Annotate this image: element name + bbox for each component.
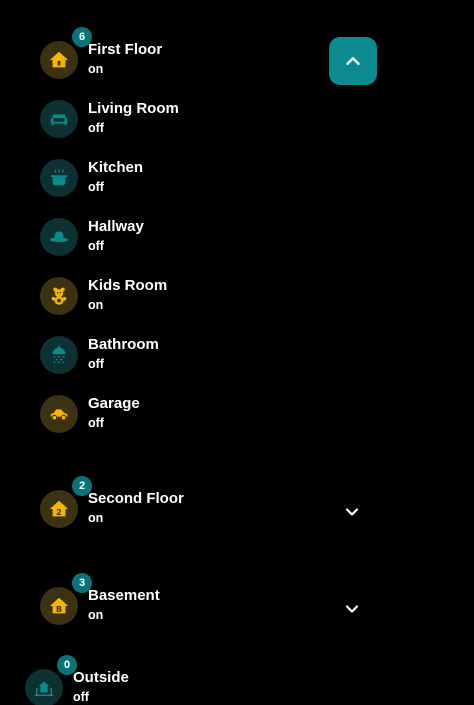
floor-name: Second Floor <box>88 490 184 507</box>
room-kitchen[interactable]: Kitchen off <box>40 159 380 199</box>
hat-icon <box>40 218 78 256</box>
room-state: off <box>88 121 104 135</box>
chevron-down-icon <box>345 508 359 516</box>
room-garage[interactable]: Garage off <box>40 395 380 435</box>
room-state: off <box>88 416 104 430</box>
chevron-down-icon <box>345 605 359 613</box>
floor-outside[interactable]: 0 Outside off <box>25 655 365 705</box>
room-state: on <box>88 298 104 312</box>
room-state: off <box>88 180 104 194</box>
home-number-2-icon: 2 <box>40 490 78 528</box>
floor-state: on <box>88 511 104 525</box>
floor-name: Outside <box>73 669 129 686</box>
floor-basement[interactable]: B 3 Basement on <box>40 573 380 627</box>
room-list-screen: 6 First Floor on Living Room off Kitchen… <box>0 0 474 705</box>
room-name: Hallway <box>88 218 144 235</box>
pot-steam-icon <box>40 159 78 197</box>
home-outside-icon <box>25 669 63 705</box>
expand-button[interactable] <box>342 502 362 522</box>
floor-state: on <box>88 608 104 622</box>
svg-text:B: B <box>56 604 62 614</box>
home-icon <box>40 41 78 79</box>
floor-second-floor[interactable]: 2 2 Second Floor on <box>40 476 380 530</box>
chevron-up-icon <box>346 57 360 65</box>
room-state: off <box>88 239 104 253</box>
floor-state: on <box>88 62 104 76</box>
room-name: Living Room <box>88 100 179 117</box>
room-living-room[interactable]: Living Room off <box>40 100 380 140</box>
scroll-to-top-button[interactable] <box>329 37 377 85</box>
home-letter-b-icon: B <box>40 587 78 625</box>
room-name: Garage <box>88 395 140 412</box>
room-kids-room[interactable]: Kids Room on <box>40 277 380 317</box>
floor-state: off <box>73 690 89 704</box>
room-name: Kids Room <box>88 277 168 294</box>
room-hallway[interactable]: Hallway off <box>40 218 380 258</box>
room-name: Kitchen <box>88 159 144 176</box>
car-icon <box>40 395 78 433</box>
room-state: off <box>88 357 104 371</box>
floor-name: Basement <box>88 587 160 604</box>
teddy-bear-icon <box>40 277 78 315</box>
svg-text:2: 2 <box>56 507 62 517</box>
expand-button[interactable] <box>342 599 362 619</box>
shower-icon <box>40 336 78 374</box>
room-bathroom[interactable]: Bathroom off <box>40 336 380 376</box>
floor-name: First Floor <box>88 41 163 58</box>
sofa-icon <box>40 100 78 138</box>
room-name: Bathroom <box>88 336 159 353</box>
